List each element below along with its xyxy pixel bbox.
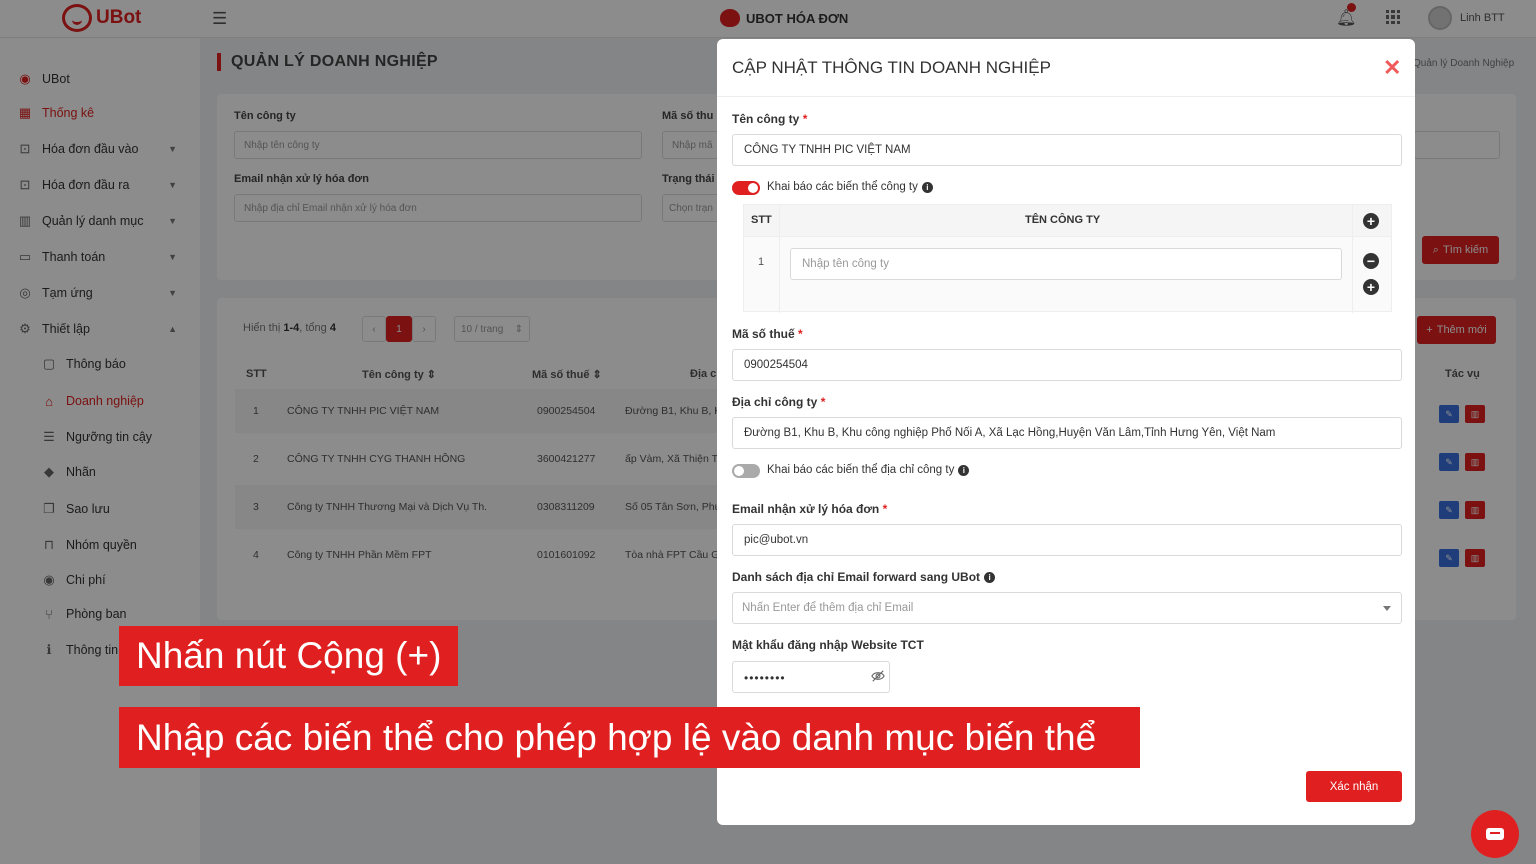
add-variant-below-icon[interactable]: + xyxy=(1363,279,1379,295)
modal-title: CẬP NHẬT THÔNG TIN DOANH NGHIỆP xyxy=(732,58,1051,77)
info-icon[interactable]: i xyxy=(984,571,996,583)
forward-email-select[interactable]: Nhấn Enter để thêm địa chỉ Email xyxy=(732,592,1402,624)
company-variant-toggle[interactable] xyxy=(732,181,760,195)
email-input[interactable]: pic@ubot.vn xyxy=(732,524,1402,556)
close-icon[interactable]: ✕ xyxy=(1383,55,1401,81)
email-label: Email nhận xử lý hóa đơn * xyxy=(732,502,888,516)
password-value: •••••••• xyxy=(744,671,786,685)
company-name-label: Tên công ty * xyxy=(732,112,808,126)
forward-email-label: Danh sách địa chỉ Email forward sang UBo… xyxy=(732,570,996,584)
chat-button[interactable] xyxy=(1471,810,1519,858)
company-variant-toggle-label: Khai báo các biến thể công ty i xyxy=(767,181,933,193)
company-name-input[interactable]: CÔNG TY TNHH PIC VIỆT NAM xyxy=(732,134,1402,166)
password-input[interactable]: •••••••• xyxy=(732,661,890,693)
tax-code-input[interactable]: 0900254504 xyxy=(732,349,1402,381)
add-variant-icon[interactable]: + xyxy=(1363,213,1379,229)
caption-banner-1: Nhấn nút Cộng (+) xyxy=(119,626,458,686)
variant-col-name: TÊN CÔNG TY xyxy=(1025,214,1101,226)
remove-variant-icon[interactable]: − xyxy=(1363,253,1379,269)
password-label: Mật khẩu đăng nhập Website TCT xyxy=(732,638,924,652)
info-icon[interactable]: i xyxy=(921,181,933,193)
company-variant-table: STT TÊN CÔNG TY + 1 Nhập tên công ty − + xyxy=(743,204,1392,313)
info-icon[interactable]: i xyxy=(958,464,970,476)
address-variant-toggle-label: Khai báo các biến thể địa chỉ công ty i xyxy=(767,464,970,476)
caption-banner-2: Nhập các biến thể cho phép hợp lệ vào da… xyxy=(119,707,1140,768)
tax-code-label: Mã số thuế * xyxy=(732,327,803,341)
modal-divider xyxy=(717,96,1415,97)
eye-slash-icon[interactable] xyxy=(871,669,885,683)
address-label: Địa chỉ công ty * xyxy=(732,395,826,409)
chat-icon xyxy=(1486,828,1504,840)
variant-company-input[interactable]: Nhập tên công ty xyxy=(790,248,1342,280)
address-input[interactable]: Đường B1, Khu B, Khu công nghiệp Phố Nối… xyxy=(732,417,1402,449)
chevron-down-icon xyxy=(1383,606,1391,611)
variant-col-stt: STT xyxy=(751,214,772,226)
confirm-button[interactable]: Xác nhận xyxy=(1306,771,1402,802)
address-variant-toggle[interactable] xyxy=(732,464,760,478)
variant-row-stt: 1 xyxy=(758,256,765,268)
